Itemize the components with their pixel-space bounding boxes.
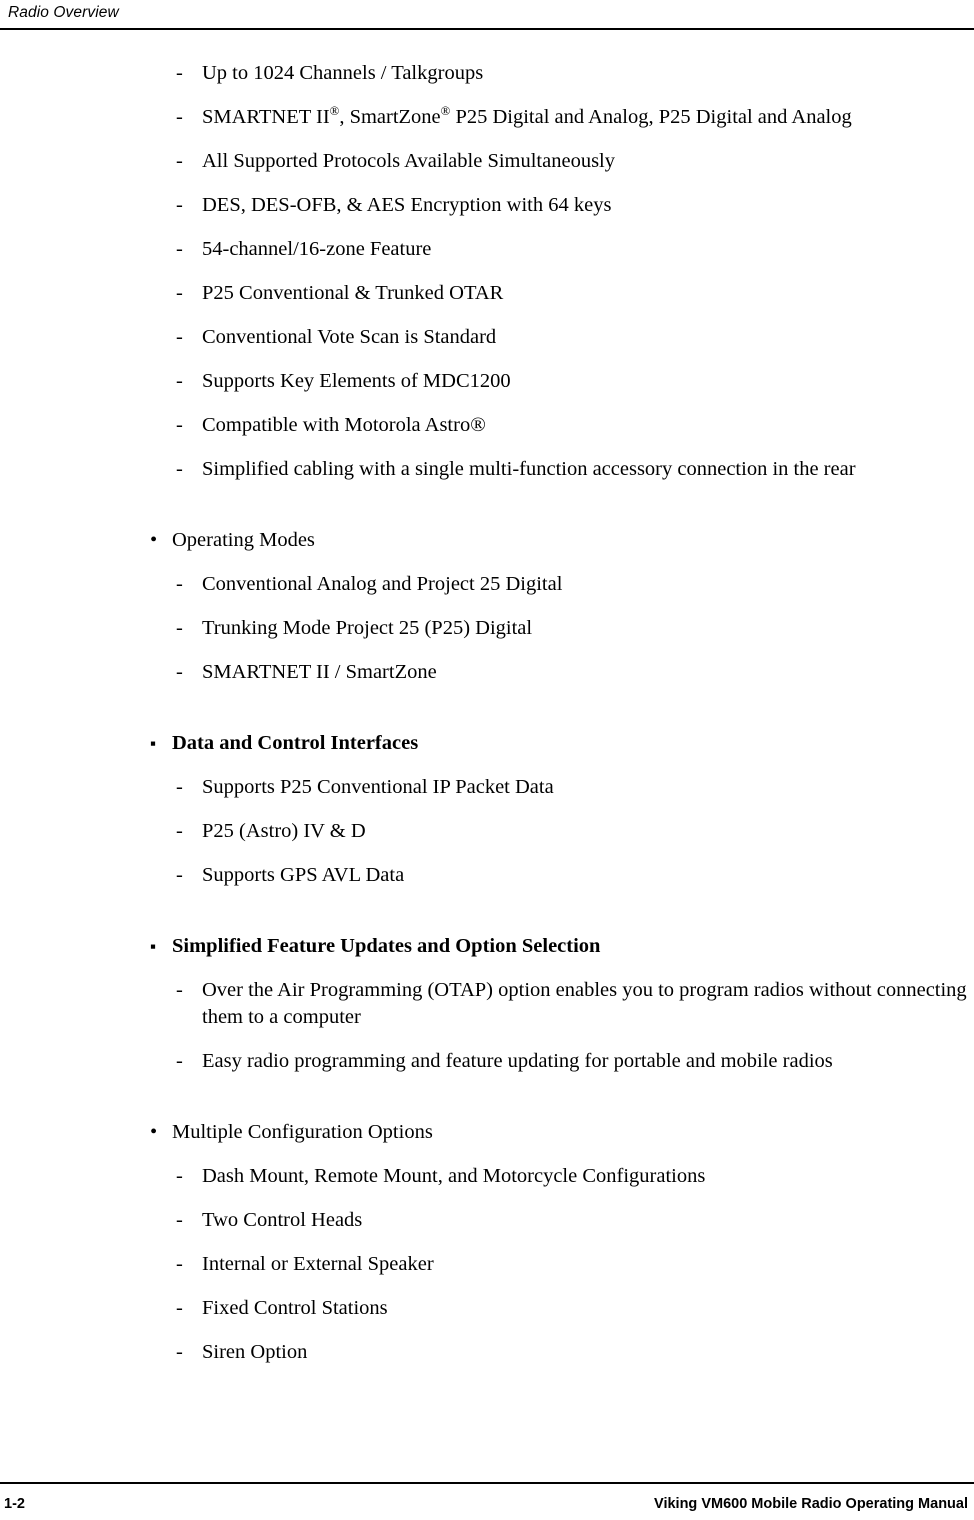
dash-bullet-icon: - (176, 661, 183, 683)
list-item-text: Easy radio programming and feature updat… (202, 1050, 833, 1072)
list-item-level2: -54-channel/16-zone Feature (176, 236, 972, 263)
list-item-text: Internal or External Speaker (202, 1253, 434, 1275)
list-item-level2: - Conventional Analog and Project 25 Digi… (176, 571, 972, 598)
list-item-text: P25 (Astro) IV & D (202, 820, 366, 842)
list-item-text: P25 Conventional & Trunked OTAR (202, 282, 504, 304)
header-title: Radio Overview (8, 4, 119, 21)
list-item-text: Trunking Mode Project 25 (P25) Digital (202, 617, 533, 639)
list-item-level2: - Up to 1024 Channels / Talkgroups (176, 60, 972, 87)
dash-bullet-icon: - (176, 150, 183, 172)
list-item-level2: - Conventional Vote Scan is Standard (176, 324, 972, 351)
dash-bullet-icon: - (176, 282, 183, 304)
list-item-text: 54-channel/16-zone Feature (202, 238, 432, 260)
list-item-level2: - Compatible with Motorola Astro® (176, 412, 972, 439)
footer-manual-title: Viking VM600 Mobile Radio Operating Manu… (654, 1496, 968, 1512)
dash-bullet-icon: - (176, 776, 183, 798)
dash-bullet-icon: - (176, 617, 183, 639)
dash-bullet-icon: - (176, 326, 183, 348)
dash-bullet-icon: - (176, 370, 183, 392)
list-item-text: Up to 1024 Channels / Talkgroups (202, 62, 484, 84)
list-item-level2: - Easy radio programming and feature upda… (176, 1048, 972, 1075)
list-item-level2: - Supports GPS AVL Data (176, 862, 972, 889)
dash-bullet-icon: - (176, 1253, 183, 1275)
footer-page-number: 1-2 (4, 1496, 25, 1512)
list-item-text: SMARTNET II / SmartZone (202, 661, 437, 683)
dash-bullet-icon: - (176, 1209, 183, 1231)
list-item-level2: - Internal or External Speaker (176, 1251, 972, 1278)
dash-bullet-icon: - (176, 238, 183, 260)
dash-bullet-icon: - (176, 1297, 183, 1319)
list-item-level1: ▪ Simplified Feature Updates and Option S… (148, 932, 962, 960)
list-item-text: Compatible with Motorola Astro® (202, 414, 486, 436)
list-item-level1: • Operating Modes (148, 526, 962, 554)
dash-bullet-icon: - (176, 458, 183, 480)
list-item-text: Supports P25 Conventional IP Packet Data (202, 776, 554, 798)
list-item-text: Conventional Vote Scan is Standard (202, 326, 497, 348)
list-item-level1: • Multiple Configuration Options (148, 1118, 962, 1146)
list-item-text: Data and Control Interfaces (172, 732, 419, 754)
list-item-text: Supports Key Elements of MDC1200 (202, 370, 511, 392)
list-item-text: Simplified cabling with a single multi-f… (202, 458, 856, 480)
list-item-level2: - Dash Mount, Remote Mount, and Motorcycl… (176, 1163, 972, 1190)
list-item-level2: - P25 (Astro) IV & D (176, 818, 972, 845)
page-content: - Up to 1024 Channels / Talkgroups - SMARTN… (0, 60, 974, 1366)
list-item-level2: - Trunking Mode Project 25 (P25) Digital (176, 615, 972, 642)
list-item-text: DES, DES-OFB, & AES Encryption with 64 k… (202, 194, 612, 216)
footer-divider (0, 1482, 974, 1484)
document-page: Radio Overview - Up to 1024 Channels / Ta… (0, 0, 974, 1520)
list-item-level2: - Siren Option (176, 1339, 972, 1366)
square-bullet-icon: ▪ (150, 734, 157, 753)
round-bullet-icon: • (150, 1121, 158, 1143)
header-divider (0, 28, 974, 30)
list-item-level2: - DES, DES-OFB, & AES Encryption with 64 … (176, 192, 972, 219)
list-item-text: Supports GPS AVL Data (202, 864, 405, 886)
dash-bullet-icon: - (176, 573, 183, 595)
dash-bullet-icon: - (176, 820, 183, 842)
list-item-level2: - Supports P25 Conventional IP Packet Dat… (176, 774, 972, 801)
dash-bullet-icon: - (176, 194, 183, 216)
list-item-text: Fixed Control Stations (202, 1297, 388, 1319)
dash-bullet-icon: - (176, 1050, 183, 1072)
list-item-text: Dash Mount, Remote Mount, and Motorcycle… (202, 1165, 706, 1187)
list-item-text: Simplified Feature Updates and Option Se… (172, 935, 601, 957)
list-item-level1: ▪ Data and Control Interfaces (148, 729, 962, 757)
dash-bullet-icon: - (176, 62, 183, 84)
dash-bullet-icon: - (176, 106, 183, 128)
dash-bullet-icon: - (176, 1341, 183, 1363)
list-item-text: Over the Air Programming (OTAP) option e… (202, 979, 967, 1028)
list-item-text: All Supported Protocols Available Simult… (202, 150, 616, 172)
list-item-level2: - Fixed Control Stations (176, 1295, 972, 1322)
list-item-level2: - Over the Air Programming (OTAP) option … (176, 977, 972, 1031)
list-item-text: Operating Modes (172, 529, 315, 551)
list-item-text: Siren Option (202, 1341, 308, 1363)
page-header: Radio Overview (0, 0, 974, 30)
list-item-level2: - Two Control Heads (176, 1207, 972, 1234)
list-item-text: Two Control Heads (202, 1209, 363, 1231)
list-item-level2: - Supports Key Elements of MDC1200 (176, 368, 972, 395)
list-item-text: SMARTNET II®, SmartZone® P25 Digital and… (202, 104, 852, 128)
square-bullet-icon: ▪ (150, 937, 157, 956)
dash-bullet-icon: - (176, 414, 183, 436)
list-item-level2: - SMARTNET II / SmartZone (176, 659, 972, 686)
list-item-level2: - P25 Conventional & Trunked OTAR (176, 280, 972, 307)
dash-bullet-icon: - (176, 864, 183, 886)
round-bullet-icon: • (150, 529, 158, 551)
list-item-level2: - SMARTNET II®, SmartZone® P25 Digital an… (176, 104, 972, 131)
dash-bullet-icon: - (176, 979, 183, 1001)
list-item-text: Multiple Configuration Options (172, 1121, 433, 1143)
list-item-level2: - All Supported Protocols Available Simul… (176, 148, 972, 175)
list-item-text: Conventional Analog and Project 25 Digit… (202, 573, 563, 595)
dash-bullet-icon: - (176, 1165, 183, 1187)
list-item-level2: - Simplified cabling with a single multi-… (176, 456, 972, 483)
